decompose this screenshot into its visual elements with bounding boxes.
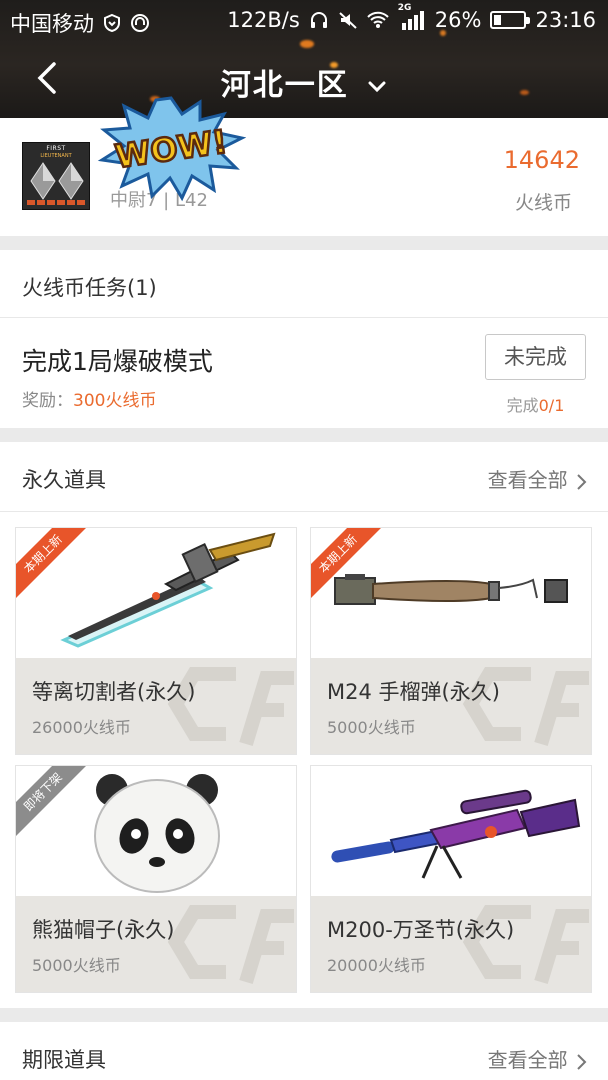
see-all-label: 查看全部: [487, 468, 568, 492]
item-name: 等离切割者(永久): [32, 680, 196, 704]
item-info: M200-万圣节(永久) 20000火线币: [311, 896, 591, 992]
see-all-limited-link[interactable]: 查看全部: [488, 1044, 588, 1073]
permanent-section-header: 永久道具 查看全部: [0, 442, 608, 512]
item-info: 等离切割者(永久) 26000火线币: [16, 658, 296, 754]
cf-watermark-icon: [167, 905, 294, 985]
reward-value: 300火线币: [73, 391, 157, 411]
item-name: M200-万圣节(永久): [327, 918, 515, 942]
nav-bar: 河北一区: [0, 42, 608, 118]
item-card[interactable]: 即将下架 熊猫帽子(永久) 5000火线币: [15, 765, 297, 993]
wifi-icon: [367, 11, 389, 28]
coins-label: 火线币: [514, 192, 572, 214]
item-name: M24 手榴弹(永久): [327, 680, 500, 704]
limited-section-header: 期限道具 查看全部: [0, 1022, 608, 1080]
limited-section-title: 期限道具: [22, 1048, 106, 1072]
item-card[interactable]: 本期上新 M24 手榴弹(永久) 5000火线币: [310, 527, 592, 755]
item-image: [311, 766, 591, 896]
mute-icon: [339, 12, 357, 29]
chevron-right-icon: [577, 473, 587, 490]
reward-label: 奖励：: [22, 391, 73, 411]
item-price: 5000火线币: [327, 718, 416, 737]
diamond-insignia-icon: [30, 162, 84, 200]
task-progress: 完成0/1: [485, 392, 586, 416]
carrier-label: 中国移动: [10, 12, 94, 36]
item-price: 5000火线币: [32, 956, 121, 975]
item-price: 26000火线币: [32, 718, 131, 737]
item-info: M24 手榴弹(永久) 5000火线币: [311, 658, 591, 754]
item-price: 20000火线币: [327, 956, 426, 975]
user-card: FIRST LIEUTENANT 中尉7 | L42 WOW! 14642 火线…: [0, 96, 608, 236]
status-bar: 中国移动 122B/s 2G 26% 23:16: [0, 0, 608, 42]
task-reward: 奖励：300火线币: [22, 386, 156, 411]
chevron-down-icon: [368, 81, 386, 92]
battery-icon: [490, 11, 531, 29]
shield-heart-icon: [104, 13, 120, 33]
chevron-right-icon: [577, 1053, 587, 1070]
item-card[interactable]: 本期上新 等离切割者(永久) 26000火线币: [15, 527, 297, 755]
task-section-header: 火线币任务(1): [0, 250, 608, 318]
item-grid: 本期上新 等离切割者(永久) 26000火线币 本期上新 M24 手榴弹(永久)…: [0, 512, 608, 1008]
app-header: 中国移动 122B/s 2G 26% 23:16 河北一区: [0, 0, 608, 118]
progress-label: 完成: [506, 396, 539, 415]
sniper-rifle-icon: [331, 789, 581, 879]
battery-level-fill: [494, 15, 502, 25]
clock: 23:16: [535, 8, 596, 32]
headset-app-icon: [131, 14, 149, 32]
battery-percent: 26%: [434, 8, 482, 32]
headphones-icon: [310, 12, 327, 28]
task-section-title: 火线币任务(1): [22, 276, 157, 300]
coins-balance: 14642: [503, 146, 580, 174]
task-status-button[interactable]: 未完成: [485, 334, 586, 380]
signal-icon: 2G: [398, 3, 426, 31]
rank-insignia: FIRST LIEUTENANT: [22, 142, 90, 210]
permanent-section-title: 永久道具: [22, 468, 106, 492]
task-name: 完成1局爆破模式: [22, 347, 213, 376]
wow-sticker-icon: WOW!: [97, 96, 246, 202]
network-speed: 122B/s: [227, 8, 300, 32]
item-name: 熊猫帽子(永久): [32, 918, 175, 942]
see-all-permanent-link[interactable]: 查看全部: [488, 464, 588, 493]
see-all-label: 查看全部: [487, 1048, 568, 1072]
item-card[interactable]: M200-万圣节(永久) 20000火线币: [310, 765, 592, 993]
item-info: 熊猫帽子(永久) 5000火线币: [16, 896, 296, 992]
progress-value: 0/1: [538, 396, 565, 415]
region-selector[interactable]: 河北一区: [0, 60, 608, 104]
task-row: 完成1局爆破模式 奖励：300火线币 未完成 完成0/1: [0, 318, 608, 428]
